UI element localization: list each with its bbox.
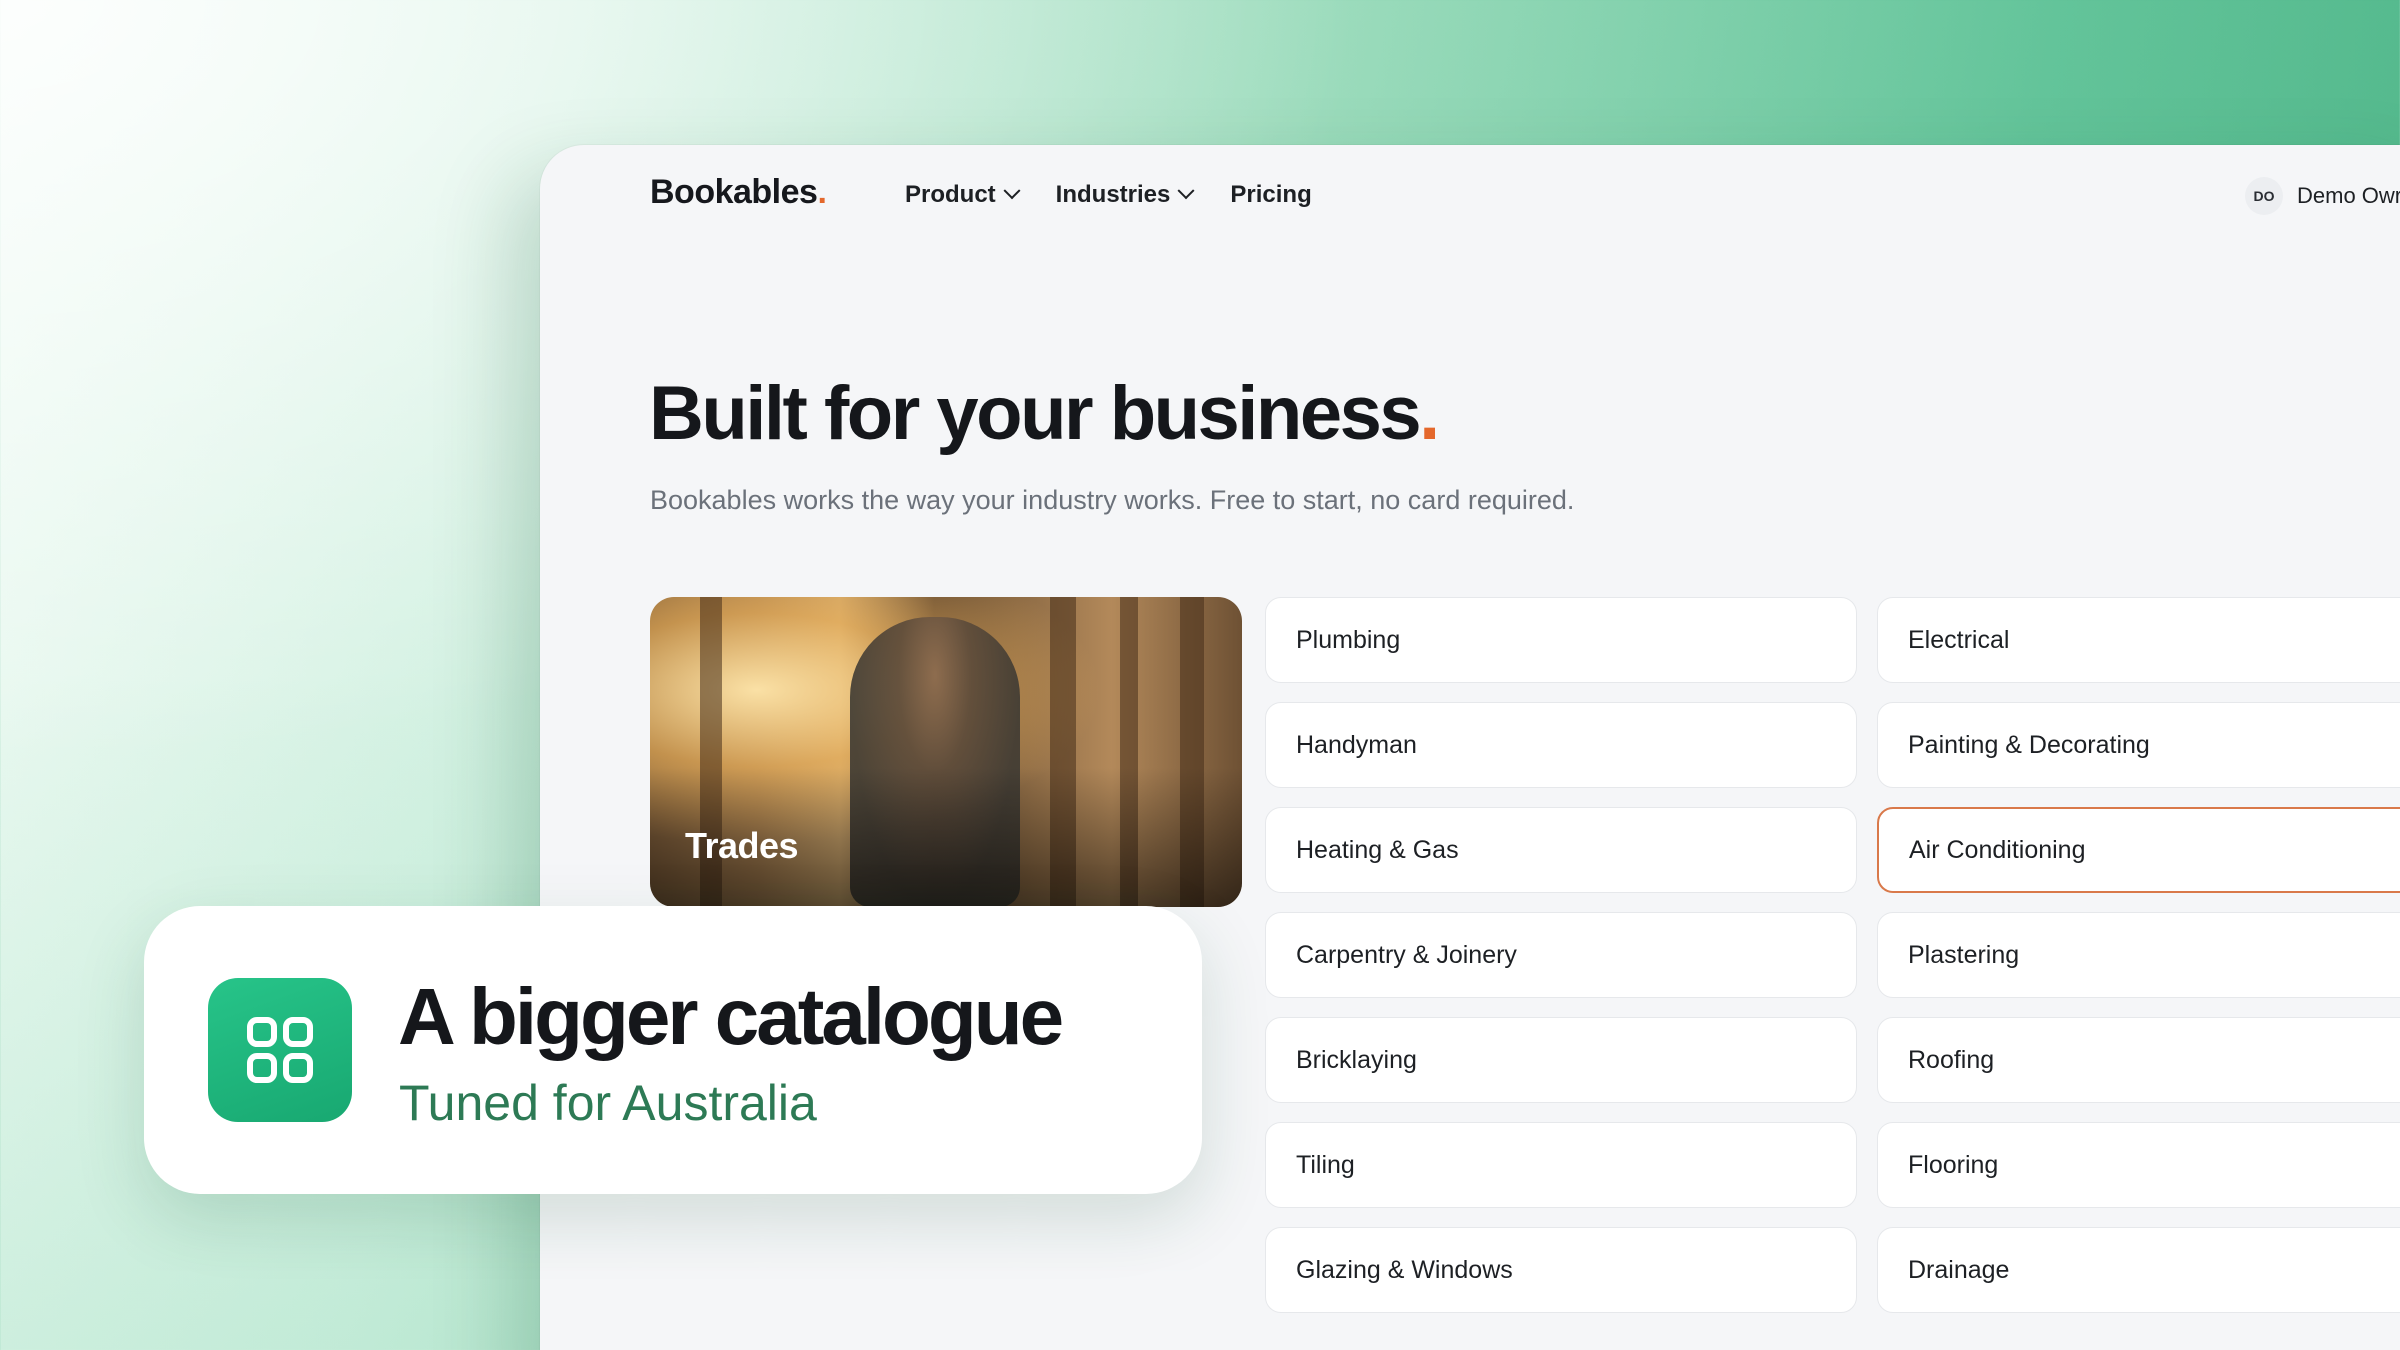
- category-tile[interactable]: Electrical: [1877, 597, 2400, 683]
- grid-icon: [208, 978, 352, 1122]
- nav-item-product[interactable]: Product: [905, 181, 1021, 209]
- category-tile[interactable]: Flooring: [1877, 1122, 2400, 1208]
- nav-menu: Product Industries Pricing: [905, 181, 1312, 209]
- nav-item-label: Industries: [1055, 181, 1171, 208]
- callout-subtitle: Tuned for Australia: [399, 1075, 817, 1131]
- logo-dot: .: [817, 173, 827, 211]
- category-tile[interactable]: Painting & Decorating: [1877, 702, 2400, 788]
- nav-item-pricing[interactable]: Pricing: [1230, 181, 1311, 209]
- category-tile[interactable]: Bricklaying: [1265, 1017, 1857, 1103]
- page-title: Built for your business.: [649, 370, 1440, 457]
- chevron-down-icon: [1177, 182, 1195, 200]
- category-tile[interactable]: Plumbing: [1265, 597, 1857, 683]
- category-tile[interactable]: Glazing & Windows: [1265, 1227, 1857, 1313]
- category-grid: Plumbing Electrical Handyman Painting & Dec…: [1265, 597, 2400, 1313]
- nav-item-label: Pricing: [1230, 181, 1312, 208]
- chevron-down-icon: [1003, 182, 1021, 200]
- nav-item-label: Product: [905, 181, 996, 208]
- category-tile[interactable]: Drainage: [1877, 1227, 2400, 1313]
- category-tile[interactable]: Tiling: [1265, 1122, 1857, 1208]
- page-subtitle: Bookables works the way your industry wo…: [650, 485, 1575, 515]
- title-dot: .: [1419, 371, 1440, 456]
- category-tile[interactable]: Plastering: [1877, 912, 2400, 998]
- top-nav: Bookables. Product Industries Pricing DO…: [540, 145, 2400, 245]
- user-name: Demo Owr: [2297, 183, 2400, 208]
- logo-text: Bookables: [650, 173, 818, 211]
- user-menu[interactable]: DO Demo Owr: [2245, 177, 2400, 215]
- category-tile[interactable]: Heating & Gas: [1265, 807, 1857, 893]
- nav-item-industries[interactable]: Industries: [1055, 181, 1195, 209]
- logo[interactable]: Bookables.: [650, 173, 827, 212]
- category-tile[interactable]: Handyman: [1265, 702, 1857, 788]
- callout-card: A bigger catalogue Tuned for Australia: [144, 906, 1202, 1194]
- title-text: Built for your business: [649, 371, 1422, 456]
- feature-card-label: Trades: [685, 825, 799, 866]
- category-tile[interactable]: Carpentry & Joinery: [1265, 912, 1857, 998]
- avatar: DO: [2245, 177, 2283, 215]
- callout-title: A bigger catalogue: [398, 972, 1064, 1061]
- category-tile[interactable]: Roofing: [1877, 1017, 2400, 1103]
- feature-card-trades[interactable]: Trades: [650, 597, 1242, 907]
- category-tile[interactable]: Air Conditioning: [1877, 807, 2400, 893]
